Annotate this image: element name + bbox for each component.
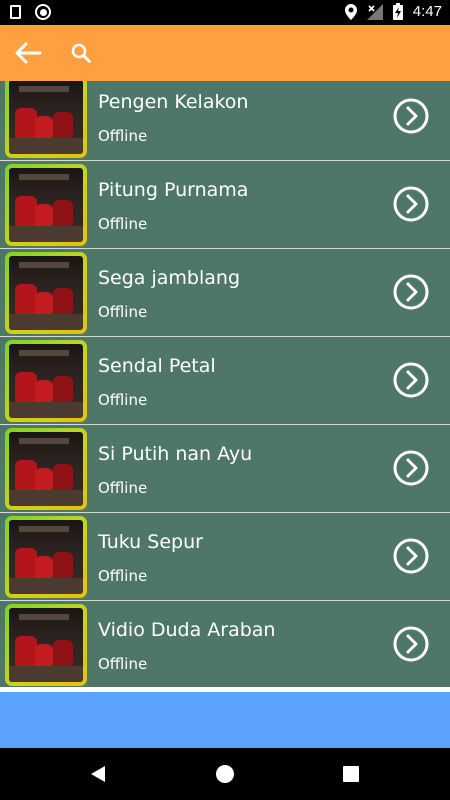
- song-status: Offline: [98, 479, 148, 497]
- chevron-right-icon[interactable]: [393, 362, 429, 398]
- ad-banner[interactable]: [0, 692, 450, 748]
- list-item[interactable]: Sendal Petal Offline: [0, 337, 450, 425]
- band-photo: [9, 608, 83, 682]
- list-item[interactable]: Vidio Duda Araban Offline: [0, 601, 450, 687]
- nav-back-icon[interactable]: [89, 765, 107, 783]
- search-icon[interactable]: [70, 42, 92, 64]
- song-title: Pitung Purnama: [98, 179, 249, 201]
- battery-charging-icon: [392, 3, 403, 20]
- album-thumbnail: [5, 516, 87, 598]
- list-item[interactable]: Si Putih nan Ayu Offline: [0, 425, 450, 513]
- chevron-right-icon[interactable]: [393, 538, 429, 574]
- song-status: Offline: [98, 127, 148, 145]
- song-status: Offline: [98, 303, 148, 321]
- sim-card-icon: [10, 5, 21, 19]
- song-status: Offline: [98, 655, 148, 673]
- list-item[interactable]: Tuku Sepur Offline: [0, 513, 450, 601]
- album-thumbnail: [5, 604, 87, 686]
- song-title: Sendal Petal: [98, 355, 216, 377]
- band-photo: [9, 81, 83, 154]
- band-photo: [9, 256, 83, 330]
- chevron-right-icon[interactable]: [393, 274, 429, 310]
- song-status: Offline: [98, 391, 148, 409]
- song-list[interactable]: Pengen Kelakon Offline Pitung Purnama Offli…: [0, 81, 450, 687]
- song-status: Offline: [98, 567, 148, 585]
- status-time: 4:47: [412, 3, 442, 20]
- record-icon: [35, 4, 51, 20]
- back-arrow-icon[interactable]: [12, 37, 44, 69]
- album-thumbnail: [5, 164, 87, 246]
- list-item[interactable]: Sega jamblang Offline: [0, 249, 450, 337]
- chevron-right-icon[interactable]: [393, 450, 429, 486]
- chevron-right-icon[interactable]: [393, 626, 429, 662]
- list-item[interactable]: Pitung Purnama Offline: [0, 161, 450, 249]
- list-item[interactable]: Pengen Kelakon Offline: [0, 81, 450, 161]
- chevron-right-icon[interactable]: [393, 98, 429, 134]
- song-status: Offline: [98, 215, 148, 233]
- band-photo: [9, 520, 83, 594]
- song-title: Si Putih nan Ayu: [98, 443, 253, 465]
- song-title: Sega jamblang: [98, 267, 241, 289]
- album-thumbnail: [5, 81, 87, 158]
- song-title: Vidio Duda Araban: [98, 619, 276, 641]
- chevron-right-icon[interactable]: [393, 186, 429, 222]
- song-title: Pengen Kelakon: [98, 91, 249, 113]
- band-photo: [9, 432, 83, 506]
- song-title: Tuku Sepur: [98, 531, 203, 553]
- signal-off-icon: [366, 3, 383, 20]
- nav-home-icon[interactable]: [216, 765, 234, 783]
- location-icon: [344, 3, 357, 20]
- band-photo: [9, 168, 83, 242]
- album-thumbnail: [5, 252, 87, 334]
- status-bar: 4:47: [0, 0, 450, 25]
- band-photo: [9, 344, 83, 418]
- app-bar: [0, 25, 450, 81]
- nav-recents-icon[interactable]: [343, 766, 359, 782]
- album-thumbnail: [5, 340, 87, 422]
- album-thumbnail: [5, 428, 87, 510]
